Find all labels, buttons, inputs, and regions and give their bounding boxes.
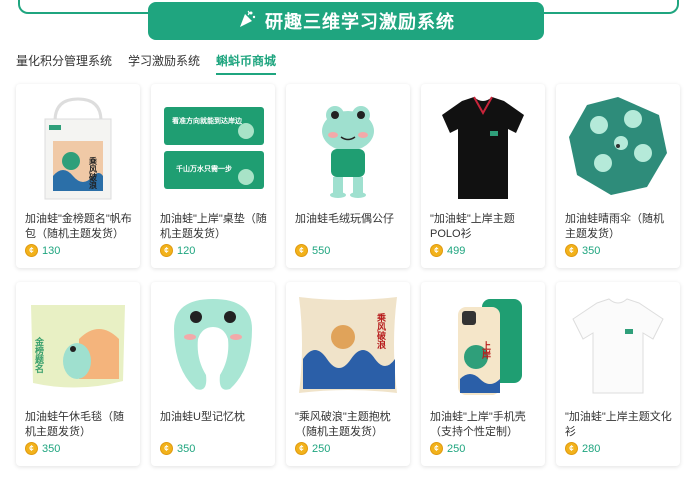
- product-price: ¢ 120: [160, 244, 195, 257]
- product-name: "加油蛙"上岸主题POLO衫: [430, 213, 515, 240]
- product-price: ¢ 350: [565, 244, 600, 257]
- coin-icon: ¢: [25, 244, 38, 257]
- product-image-polo-shirt: [427, 88, 539, 206]
- product-name: 加油蛙晴雨伞（随机主题发货）: [565, 213, 664, 240]
- product-price: ¢ 350: [160, 442, 195, 455]
- svg-text:乘风破浪: 乘风破浪: [89, 156, 98, 190]
- product-card[interactable]: 乘风破浪 "乘风破浪"主题抱枕（随机主题发货） ¢ 250: [286, 282, 410, 466]
- svg-text:金榜题名: 金榜题名: [34, 336, 45, 374]
- tab-quant-points[interactable]: 量化积分管理系统: [16, 52, 112, 75]
- product-name: "加油蛙"上岸主题文化衫: [565, 411, 672, 438]
- product-price: ¢ 499: [430, 244, 465, 257]
- coin-icon: ¢: [430, 442, 443, 455]
- product-card[interactable]: 金榜题名 加油蛙午休毛毯（随机主题发货） ¢ 350: [16, 282, 140, 466]
- nav-tabs: 量化积分管理系统 学习激励系统 蝌蚪币商城: [16, 52, 277, 75]
- product-image-u-pillow: [157, 286, 269, 404]
- product-card[interactable]: "加油蛙"上岸主题文化衫 ¢ 280: [556, 282, 680, 466]
- product-price: ¢ 250: [430, 442, 465, 455]
- svg-text:千山万水只需一步: 千山万水只需一步: [176, 164, 232, 173]
- coin-icon: ¢: [565, 442, 578, 455]
- product-image-tote-bag: 乘风破浪: [22, 88, 134, 206]
- coin-icon: ¢: [295, 244, 308, 257]
- coin-icon: ¢: [430, 244, 443, 257]
- product-card[interactable]: 加油蛙晴雨伞（随机主题发货） ¢ 350: [556, 84, 680, 268]
- svg-text:看准方向就能到达岸边: 看准方向就能到达岸边: [172, 116, 243, 125]
- product-name: "乘风破浪"主题抱枕（随机主题发货）: [295, 411, 391, 438]
- product-image-plush-toy: [292, 88, 404, 206]
- product-name: 加油蛙"上岸"桌垫（随机主题发货）: [160, 213, 267, 240]
- coin-icon: ¢: [160, 244, 173, 257]
- tab-tadpole-coin-mall[interactable]: 蝌蚪币商城: [216, 52, 277, 75]
- svg-text:乘风破浪: 乘风破浪: [376, 312, 387, 350]
- coin-icon: ¢: [295, 442, 308, 455]
- product-price: ¢ 550: [295, 244, 330, 257]
- product-image-blanket: 金榜题名: [22, 286, 134, 404]
- party-popper-icon: [237, 9, 257, 34]
- product-price: ¢ 350: [25, 442, 60, 455]
- coin-icon: ¢: [25, 442, 38, 455]
- coin-icon: ¢: [160, 442, 173, 455]
- page-title: 研趣三维学习激励系统: [265, 12, 455, 32]
- header-banner: 研趣三维学习激励系统: [148, 2, 544, 40]
- product-name: 加油蛙U型记忆枕: [160, 411, 245, 423]
- product-card[interactable]: 乘风破浪 加油蛙"金榜题名"帆布包（随机主题发货） ¢ 130: [16, 84, 140, 268]
- product-grid: 乘风破浪 加油蛙"金榜题名"帆布包（随机主题发货） ¢ 130 看准方向就能到达…: [16, 84, 684, 466]
- product-image-phone-case: 上岸: [427, 286, 539, 404]
- product-card[interactable]: 上岸 加油蛙"上岸"手机壳（支持个性定制） ¢ 250: [421, 282, 545, 466]
- tab-learning-incentive[interactable]: 学习激励系统: [128, 52, 200, 75]
- product-price: ¢ 250: [295, 442, 330, 455]
- coin-icon: ¢: [565, 244, 578, 257]
- product-card[interactable]: 看准方向就能到达岸边 千山万水只需一步 加油蛙"上岸"桌垫（随机主题发货） ¢ …: [151, 84, 275, 268]
- product-image-throw-pillow: 乘风破浪: [292, 286, 404, 404]
- product-image-desk-mat: 看准方向就能到达岸边 千山万水只需一步: [157, 88, 269, 206]
- product-name: 加油蛙午休毛毯（随机主题发货）: [25, 411, 124, 438]
- product-card[interactable]: 加油蛙毛绒玩偶公仔 ¢ 550: [286, 84, 410, 268]
- product-name: 加油蛙"上岸"手机壳（支持个性定制）: [430, 411, 526, 438]
- product-card[interactable]: "加油蛙"上岸主题POLO衫 ¢ 499: [421, 84, 545, 268]
- product-card[interactable]: 加油蛙U型记忆枕 ¢ 350: [151, 282, 275, 466]
- product-price: ¢ 130: [25, 244, 60, 257]
- product-image-t-shirt: [562, 286, 674, 404]
- product-image-umbrella: [562, 88, 674, 206]
- svg-text:上岸: 上岸: [481, 340, 491, 360]
- product-price: ¢ 280: [565, 442, 600, 455]
- product-name: 加油蛙"金榜题名"帆布包（随机主题发货）: [25, 213, 132, 240]
- product-name: 加油蛙毛绒玩偶公仔: [295, 213, 394, 225]
